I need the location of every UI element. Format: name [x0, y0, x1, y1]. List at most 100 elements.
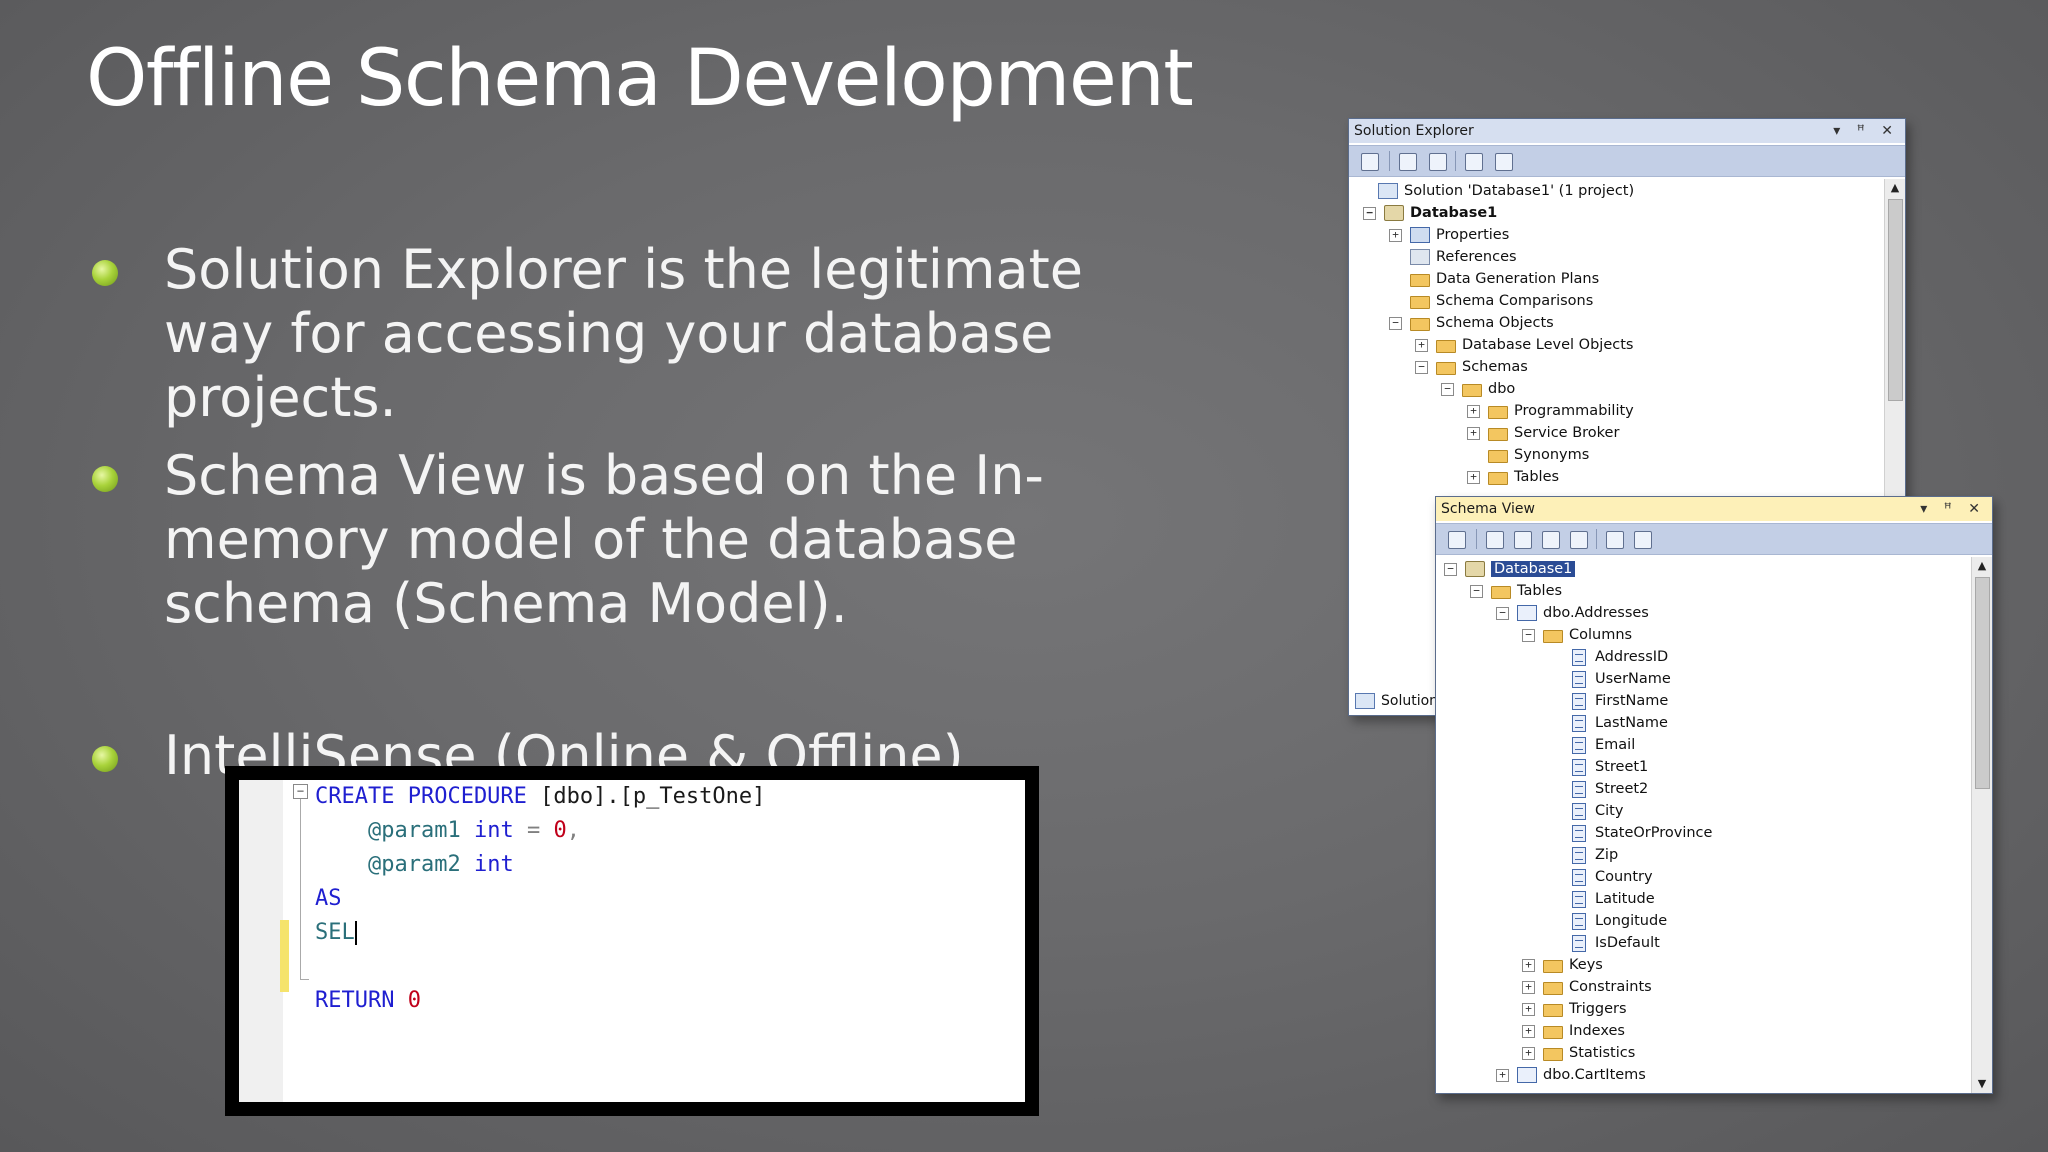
- folder-icon: [1436, 361, 1456, 375]
- tree-item[interactable]: StateOrProvince: [1548, 822, 1712, 844]
- comma: ,: [566, 818, 580, 843]
- window-controls[interactable]: ▾ ꟸ ✕: [1920, 497, 1986, 521]
- expand-icon[interactable]: +: [1467, 470, 1480, 484]
- table-icon: [1517, 1067, 1537, 1083]
- solution-explorer-titlebar[interactable]: Solution Explorer ▾ ꟸ ✕: [1349, 119, 1905, 143]
- schema-view-scrollbar[interactable]: ▲ ▼: [1971, 557, 1992, 1093]
- tree-item[interactable]: Street2: [1548, 778, 1648, 800]
- expand-icon[interactable]: +: [1522, 1024, 1535, 1038]
- expand-icon[interactable]: +: [1522, 958, 1535, 972]
- solution-explorer-tab[interactable]: Solution: [1355, 693, 1438, 709]
- folder-icon: [1410, 317, 1430, 331]
- tree-item[interactable]: LastName: [1548, 712, 1668, 734]
- code-line: @param2 int: [315, 848, 765, 882]
- tree-item[interactable]: − Schemas: [1415, 356, 1528, 378]
- tree-item[interactable]: + Properties: [1389, 224, 1509, 246]
- filter-off-icon[interactable]: [1570, 531, 1588, 549]
- collapse-icon[interactable]: −: [1363, 206, 1376, 220]
- slide-title: Offline Schema Development: [86, 34, 1194, 124]
- tree-item[interactable]: + Database Level Objects: [1415, 334, 1633, 356]
- schema-view-icon[interactable]: [1495, 153, 1513, 171]
- tree-item[interactable]: − Tables: [1470, 580, 1562, 602]
- tree-item[interactable]: Country: [1548, 866, 1653, 888]
- tree-item[interactable]: City: [1548, 800, 1623, 822]
- solution-icon: [1378, 183, 1398, 199]
- tree-item[interactable]: − dbo: [1441, 378, 1515, 400]
- tree-item[interactable]: − dbo.Addresses: [1496, 602, 1649, 624]
- refresh-icon[interactable]: [1486, 531, 1504, 549]
- scroll-up-icon[interactable]: ▲: [1972, 557, 1992, 575]
- tree-item[interactable]: AddressID: [1548, 646, 1668, 668]
- scroll-thumb[interactable]: [1975, 577, 1990, 789]
- tree-item[interactable]: − Database1: [1363, 202, 1497, 224]
- code-editor[interactable]: − CREATE PROCEDURE [dbo].[p_TestOne] @pa…: [239, 780, 1025, 1102]
- tree-item[interactable]: UserName: [1548, 668, 1671, 690]
- collapse-icon[interactable]: −: [1415, 360, 1428, 374]
- tree-item[interactable]: − Columns: [1522, 624, 1632, 646]
- expand-icon[interactable]: +: [1415, 338, 1428, 352]
- filter-icon[interactable]: [1542, 531, 1560, 549]
- expand-icon[interactable]: +: [1522, 1002, 1535, 1016]
- solution-explorer-tab-icon: [1355, 693, 1375, 709]
- sort-icon[interactable]: [1514, 531, 1532, 549]
- expand-icon[interactable]: +: [1467, 426, 1480, 440]
- tree-item[interactable]: Zip: [1548, 844, 1618, 866]
- schema-view-titlebar[interactable]: Schema View ▾ ꟸ ✕: [1436, 497, 1992, 521]
- expand-icon[interactable]: +: [1389, 228, 1402, 242]
- tree-item[interactable]: Street1: [1548, 756, 1648, 778]
- tree-item[interactable]: Synonyms: [1467, 444, 1589, 466]
- tree-item[interactable]: + Tables: [1467, 466, 1559, 488]
- tree-item[interactable]: Solution 'Database1' (1 project): [1357, 180, 1634, 202]
- code-line: @param1 int = 0,: [315, 814, 765, 848]
- folder-icon: [1410, 273, 1430, 287]
- tree-item[interactable]: − Database1: [1444, 558, 1576, 580]
- tree-item[interactable]: − Schema Objects: [1389, 312, 1554, 334]
- tree-item[interactable]: Latitude: [1548, 888, 1655, 910]
- folder-icon: [1488, 471, 1508, 485]
- refresh-icon[interactable]: [1429, 153, 1447, 171]
- code-line: RETURN 0: [315, 984, 765, 1018]
- tree-item[interactable]: Email: [1548, 734, 1635, 756]
- collapse-icon[interactable]: −: [1496, 606, 1509, 620]
- code-line: AS: [315, 882, 765, 916]
- expand-icon[interactable]: +: [1496, 1068, 1509, 1082]
- tree-item[interactable]: + Constraints: [1522, 976, 1652, 998]
- window-controls[interactable]: ▾ ꟸ ✕: [1833, 119, 1899, 143]
- collapse-icon[interactable]: −: [1522, 628, 1535, 642]
- database-icon: [1465, 561, 1485, 577]
- scroll-up-icon[interactable]: ▲: [1885, 179, 1905, 197]
- column-icon: [1572, 912, 1586, 930]
- collapse-icon[interactable]: −: [1441, 382, 1454, 396]
- tree-item[interactable]: + Triggers: [1522, 998, 1627, 1020]
- tree-item[interactable]: + Keys: [1522, 954, 1603, 976]
- expand-icon[interactable]: +: [1522, 1046, 1535, 1060]
- column-icon: [1572, 868, 1586, 886]
- synchronize-icon[interactable]: [1634, 531, 1652, 549]
- properties-icon[interactable]: [1361, 153, 1379, 171]
- properties-icon[interactable]: [1448, 531, 1466, 549]
- collapse-icon[interactable]: −: [1470, 584, 1483, 598]
- tree-item[interactable]: Data Generation Plans: [1389, 268, 1599, 290]
- collapse-toggle-icon[interactable]: −: [293, 784, 308, 799]
- tree-item[interactable]: + Indexes: [1522, 1020, 1625, 1042]
- schema-tree: − Database1 − Tables − dbo.Addresses − Colum…: [1436, 557, 1970, 1093]
- tree-item[interactable]: Longitude: [1548, 910, 1667, 932]
- import-icon[interactable]: [1465, 153, 1483, 171]
- scroll-thumb[interactable]: [1888, 199, 1903, 401]
- scroll-down-icon[interactable]: ▼: [1972, 1075, 1992, 1093]
- tree-item[interactable]: Schema Comparisons: [1389, 290, 1593, 312]
- expand-icon[interactable]: +: [1522, 980, 1535, 994]
- tree-item[interactable]: FirstName: [1548, 690, 1668, 712]
- tree-item[interactable]: + dbo.CartItems: [1496, 1064, 1646, 1086]
- database-project-icon: [1384, 205, 1404, 221]
- tree-item[interactable]: + Service Broker: [1467, 422, 1619, 444]
- tree-item[interactable]: + Statistics: [1522, 1042, 1635, 1064]
- collapse-icon[interactable]: −: [1389, 316, 1402, 330]
- show-all-files-icon[interactable]: [1399, 153, 1417, 171]
- tree-item[interactable]: References: [1389, 246, 1517, 268]
- expand-icon[interactable]: +: [1467, 404, 1480, 418]
- tree-item[interactable]: IsDefault: [1548, 932, 1660, 954]
- go-to-definition-icon[interactable]: [1606, 531, 1624, 549]
- tree-item[interactable]: + Programmability: [1467, 400, 1634, 422]
- collapse-icon[interactable]: −: [1444, 562, 1457, 576]
